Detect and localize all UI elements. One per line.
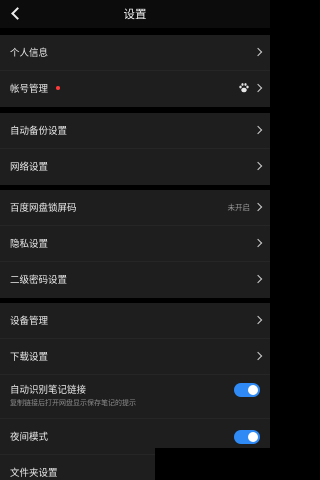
row-download-settings[interactable]: 下载设置: [0, 339, 270, 375]
chevron-right-icon: [253, 202, 263, 212]
chevron-right-icon: [253, 47, 263, 57]
row-label: 帐号管理: [10, 84, 49, 95]
status-value: 未开启: [227, 203, 251, 212]
auto-detect-toggle[interactable]: [234, 383, 260, 397]
row-label: 百度网盘锁屏码: [10, 203, 77, 214]
row-label: 自动备份设置: [10, 126, 68, 137]
page-title: 设置: [123, 7, 147, 21]
red-dot-badge: [56, 86, 60, 90]
row-privacy-settings[interactable]: 隐私设置: [0, 226, 270, 262]
top-bar: 设置: [0, 0, 270, 28]
night-mode-toggle[interactable]: [234, 430, 260, 444]
row-secondary-password[interactable]: 二级密码设置: [0, 262, 270, 298]
row-label: 个人信息: [10, 48, 49, 59]
paw-icon: [239, 83, 249, 93]
chevron-right-icon: [253, 351, 263, 361]
row-label: 二级密码设置: [10, 275, 68, 286]
row-label: 隐私设置: [10, 239, 49, 250]
chevron-right-icon: [253, 83, 263, 93]
row-label: 文件夹设置: [10, 468, 58, 479]
row-label: 夜间模式: [10, 432, 49, 443]
row-auto-backup[interactable]: 自动备份设置: [0, 113, 270, 149]
row-label: 下载设置: [10, 352, 49, 363]
row-auto-detect-note-links: 自动识别笔记链接 复制链接后打开网盘显示保存笔记的提示: [0, 375, 270, 419]
row-label: 自动识别笔记链接: [10, 385, 87, 396]
chevron-right-icon: [253, 238, 263, 248]
row-label: 设备管理: [10, 316, 49, 327]
row-device-management[interactable]: 设备管理: [0, 303, 270, 339]
chevron-right-icon: [253, 315, 263, 325]
chevron-right-icon: [253, 161, 263, 171]
row-label: 网络设置: [10, 162, 49, 173]
group-account: 个人信息 帐号管理: [0, 35, 270, 107]
row-personal-info[interactable]: 个人信息: [0, 35, 270, 71]
chevron-right-icon: [253, 125, 263, 135]
bottom-overlay: [155, 448, 270, 480]
row-account-management[interactable]: 帐号管理: [0, 71, 270, 107]
chevron-right-icon: [253, 274, 263, 284]
group-backup-network: 自动备份设置 网络设置: [0, 113, 270, 185]
row-lock-screen-code[interactable]: 百度网盘锁屏码 未开启: [0, 190, 270, 226]
row-description: 复制链接后打开网盘显示保存笔记的提示: [10, 399, 136, 407]
group-security: 百度网盘锁屏码 未开启 隐私设置 二级密码设置: [0, 190, 270, 298]
row-network-settings[interactable]: 网络设置: [0, 149, 270, 185]
